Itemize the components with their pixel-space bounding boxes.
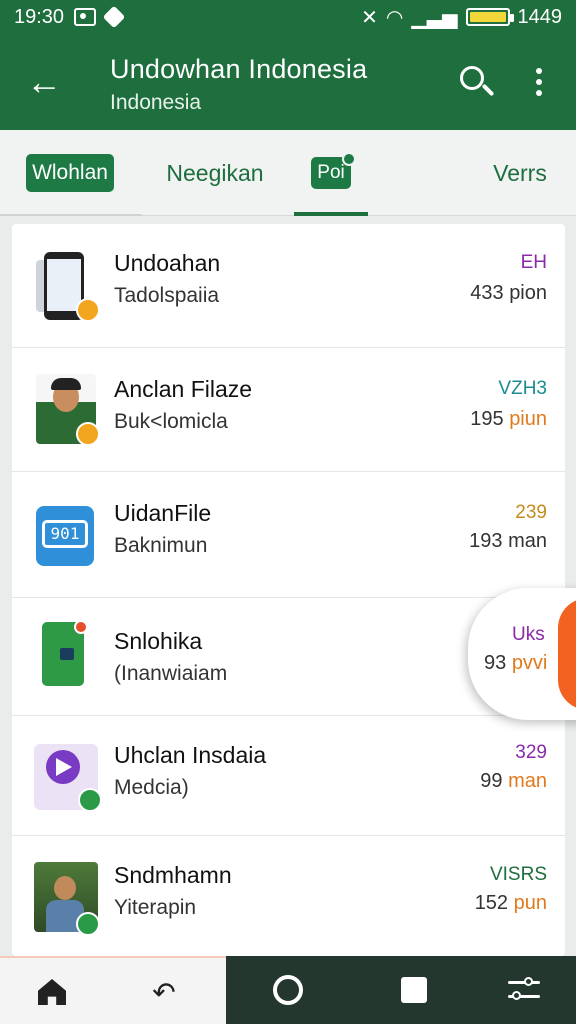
item-meta: 195 piun (470, 408, 547, 430)
outdoor-photo (34, 862, 100, 936)
badge-icon (76, 298, 100, 322)
item-tag: 239 (515, 502, 547, 523)
square-icon[interactable] (394, 970, 434, 1010)
status-bar: 19:30 ✕ ◠ ▁▃▅ 1449 (0, 0, 576, 34)
tab-2[interactable]: Neegikan (150, 130, 280, 216)
status-time: 19:30 (14, 5, 65, 28)
more-options-icon[interactable] (524, 62, 554, 102)
item-tag: 329 (515, 742, 547, 763)
item-tag: EH (520, 252, 547, 273)
signal-icon: ▁▃▅ (411, 6, 458, 29)
location-notification-icon (102, 5, 126, 29)
nav-dark-section (226, 956, 576, 1024)
item-list: Undoahan Tadolspaiia EH 433 pion Anclan … (12, 224, 565, 956)
item-subtitle: Tadolspaiia (114, 284, 220, 307)
list-item[interactable]: 901 UidanFile Baknimun 239 193 man (12, 472, 565, 598)
nav-light-section: ↶ (0, 956, 226, 1024)
bubble-meta: 93 pvvi (484, 652, 548, 674)
app-subtitle: Indonesia (110, 91, 202, 114)
badge-icon (76, 912, 100, 936)
list-item[interactable]: Sndmhamn Yiterapin VISRS 152 pun (12, 836, 565, 956)
item-title: Undoahan (114, 250, 221, 276)
circle-icon[interactable] (268, 970, 308, 1010)
item-meta: 99 man (480, 770, 547, 792)
item-meta: 193 man (469, 530, 547, 552)
phone-icon (34, 250, 100, 322)
title-block: Undowhan Indonesia Indonesia (110, 54, 367, 115)
item-subtitle: (Inanwiaiam (114, 662, 228, 685)
tab-divider (0, 214, 142, 216)
list-item[interactable]: Uhclan Insdaia Medcia) 329 99 man (12, 716, 565, 836)
tab-2-label: Neegikan (166, 159, 264, 186)
badge-icon (76, 422, 100, 446)
item-subtitle: Baknimun (114, 534, 208, 557)
green-app-icon (34, 620, 98, 692)
item-title: Anclan Filaze (114, 376, 253, 402)
item-title: UidanFile (114, 500, 212, 526)
app-title: Undowhan Indonesia (110, 54, 368, 84)
bottom-navigation: ↶ (0, 956, 576, 1024)
item-tag: VZH3 (498, 378, 547, 399)
battery-icon (465, 8, 514, 26)
item-subtitle: Yiterapin (114, 896, 197, 919)
mute-icon: ✕ (361, 6, 378, 29)
item-subtitle: Medcia) (114, 776, 189, 799)
list-item[interactable]: Anclan Filaze Buk<lomicla VZH3 195 piun (12, 348, 565, 472)
check-badge-icon (78, 788, 102, 812)
tab-3-label: Poi (311, 152, 357, 189)
tab-4[interactable]: Verrs (480, 130, 560, 216)
list-item[interactable]: Undoahan Tadolspaiia EH 433 pion (12, 224, 565, 348)
media-play-icon (34, 740, 102, 812)
tab-4-label: Verrs (493, 159, 547, 186)
floating-bubble[interactable]: Uks 93 pvvi (468, 588, 576, 720)
tab-1[interactable]: Wlohlan (22, 130, 118, 216)
item-subtitle: Buk<lomicla (114, 410, 228, 433)
home-icon[interactable] (32, 972, 72, 1012)
item-title: Sndmhamn (114, 862, 232, 888)
tab-3[interactable]: Poi (294, 130, 368, 216)
item-meta: 433 pion (470, 282, 547, 304)
item-title: Uhclan Insdaia (114, 742, 267, 768)
search-icon[interactable] (454, 60, 498, 104)
tab-bar: Wlohlan Neegikan Poi Verrs (0, 130, 576, 216)
bubble-tag: Uks (512, 624, 545, 645)
sliders-icon[interactable] (504, 970, 544, 1010)
tab-1-label: Wlohlan (26, 154, 114, 192)
tab-selected-indicator (294, 212, 368, 216)
item-meta: 152 pun (474, 892, 547, 914)
person-photo (34, 374, 100, 446)
notification-dot (74, 620, 88, 634)
back-icon[interactable]: ↶ (144, 972, 184, 1012)
item-tag: VISRS (489, 864, 547, 885)
back-arrow-icon[interactable]: ← (22, 60, 66, 104)
tablet-icon: 901 (34, 498, 98, 568)
gallery-notification-icon (74, 8, 97, 26)
bubble-accent (558, 598, 576, 710)
wifi-icon: ◠ (385, 6, 404, 29)
app-bar: ← Undowhan Indonesia Indonesia (0, 34, 576, 130)
status-clock: 1449 (517, 5, 563, 28)
item-title: Snlohika (114, 628, 203, 654)
